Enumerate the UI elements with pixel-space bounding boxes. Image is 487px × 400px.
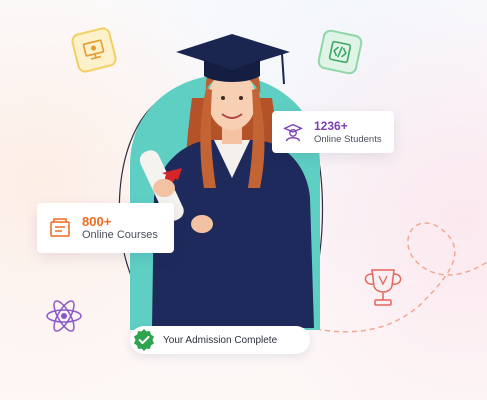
graduate-icon	[283, 123, 303, 142]
online-courses-text: 800+ Online Courses	[82, 213, 158, 242]
atom-icon	[46, 300, 82, 332]
check-badge-icon	[132, 328, 156, 352]
students-label: Online Students	[314, 133, 382, 145]
code-icon	[316, 28, 364, 76]
courses-count: 800+	[82, 213, 112, 229]
online-courses-card: 800+ Online Courses	[37, 203, 174, 253]
admission-complete-badge: Your Admission Complete	[130, 326, 310, 354]
course-book-icon	[50, 218, 70, 237]
admission-label: Your Admission Complete	[163, 334, 278, 346]
students-count: 1236+	[314, 118, 348, 133]
courses-label: Online Courses	[82, 228, 158, 241]
graduate-student-image	[139, 34, 314, 328]
online-students-text: 1236+ Online Students	[314, 119, 382, 146]
hero-illustration: 1236+ Online Students 800+ Online Course…	[0, 0, 487, 400]
online-students-card: 1236+ Online Students	[272, 111, 394, 153]
trophy-icon	[364, 269, 402, 306]
